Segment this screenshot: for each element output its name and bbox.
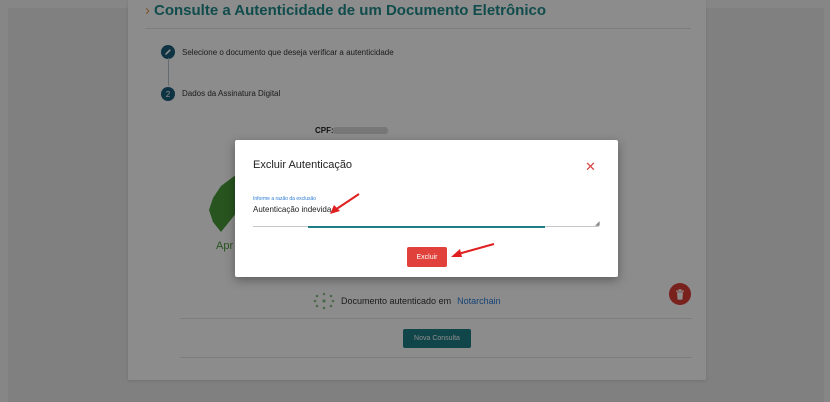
reason-textarea[interactable]: Autenticação indevida xyxy=(253,205,331,214)
annotation-arrow-button xyxy=(451,243,495,257)
close-icon[interactable]: ✕ xyxy=(585,160,596,173)
delete-authentication-modal: Excluir Autenticação ✕ Informe a razão d… xyxy=(235,140,618,277)
excluir-button[interactable]: Excluir xyxy=(407,247,447,267)
reason-textarea-focus-bar xyxy=(308,226,545,228)
resize-handle-icon[interactable]: ◢ xyxy=(595,220,600,227)
reason-field-label: Informe a razão da exclusão xyxy=(253,196,317,202)
annotation-arrow-textarea xyxy=(330,193,360,214)
modal-title: Excluir Autenticação xyxy=(253,159,353,171)
